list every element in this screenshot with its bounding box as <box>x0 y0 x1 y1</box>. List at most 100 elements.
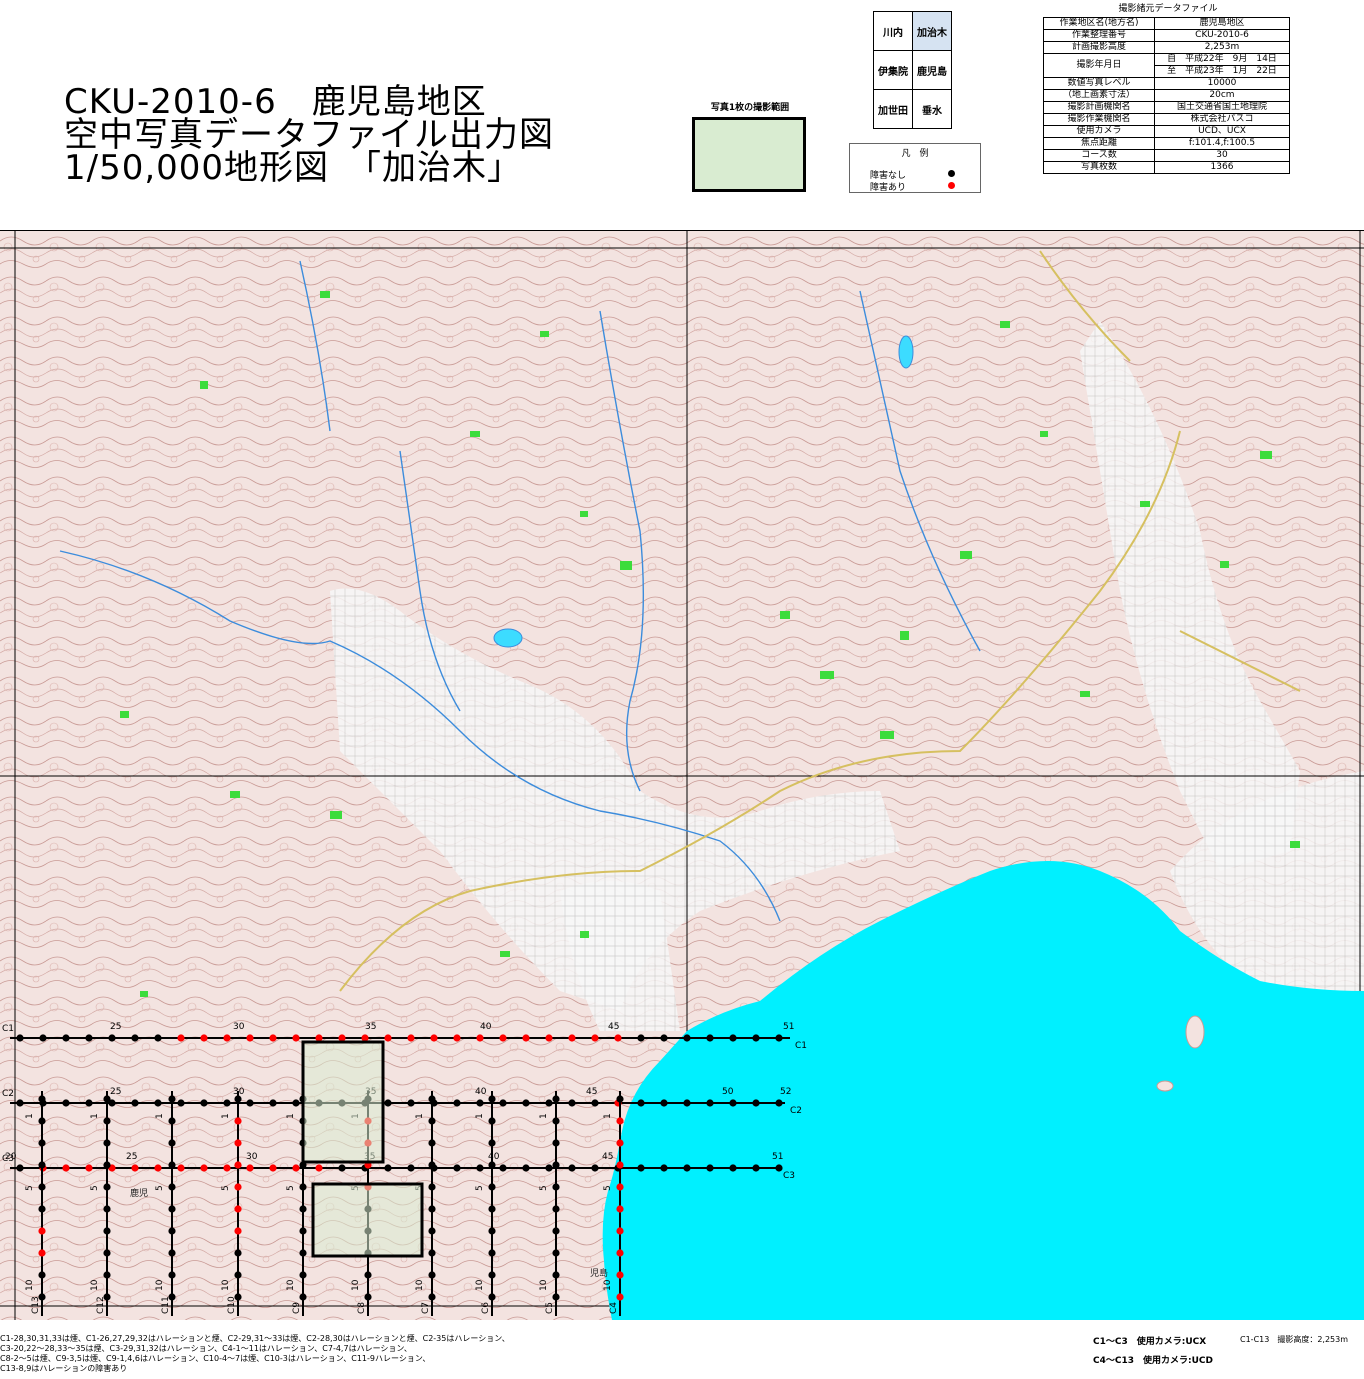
place-label: 児島 <box>590 1267 608 1279</box>
photo-number-label: 1 <box>221 1113 231 1119</box>
photo-number-label: 10 <box>90 1279 100 1291</box>
photo-point-obstacle <box>616 1161 624 1169</box>
index-cell[interactable]: 垂水 <box>912 89 952 129</box>
photo-point <box>552 1183 560 1191</box>
note-line: C8-2～5は煙、C9-3,5は煙、C9-1,4,6はハレーション、C10-4～… <box>0 1354 431 1363</box>
note-line: C3-20,22～28,33～35は煙、C3-29,31,32はハレーション、C… <box>0 1344 412 1353</box>
photo-number-label: 45 <box>602 1152 613 1162</box>
photo-point <box>552 1117 560 1125</box>
map-canvas[interactable]: C1C1253035404551C2C225303540455052C3C320… <box>0 231 1364 1320</box>
photo-point <box>683 1164 691 1172</box>
course-name-bottom: C4 <box>609 1302 619 1314</box>
photo-point <box>660 1099 668 1107</box>
photo-point-obstacle <box>453 1034 461 1042</box>
photo-number-label: 50 <box>722 1087 734 1097</box>
photo-point <box>168 1183 176 1191</box>
spec-value: CKU-2010-6 <box>1154 29 1290 42</box>
note-line: C1-28,30,31,33は煙、C1-26,27,29,32はハレーションと煙… <box>0 1334 510 1343</box>
photo-point <box>62 1099 70 1107</box>
photo-point <box>545 1099 553 1107</box>
photo-point <box>407 1099 415 1107</box>
photo-point-obstacle <box>616 1117 624 1125</box>
photo-point-obstacle <box>616 1271 624 1279</box>
index-cell[interactable]: 鹿児島 <box>912 50 952 90</box>
photo-point <box>428 1271 436 1279</box>
pond <box>493 628 523 648</box>
photo-point-obstacle <box>522 1034 530 1042</box>
photo-point <box>108 1034 116 1042</box>
photo-number-label: 10 <box>539 1279 549 1291</box>
photo-point <box>775 1164 783 1172</box>
photo-point <box>364 1271 372 1279</box>
spec-key: 作業整理番号 <box>1043 29 1155 42</box>
photo-point-obstacle <box>616 1139 624 1147</box>
index-cell[interactable]: 加世田 <box>873 89 913 129</box>
photo-point <box>775 1099 783 1107</box>
photo-point <box>103 1249 111 1257</box>
photo-point <box>16 1164 24 1172</box>
photo-number-label: 1 <box>539 1113 549 1119</box>
photo-number-label: 10 <box>415 1279 425 1291</box>
island <box>1185 1015 1205 1049</box>
obstacle-notes: C1-28,30,31,33は煙、C1-26,27,29,32はハレーションと煙… <box>0 1334 640 1374</box>
photo-point-obstacle <box>234 1183 242 1191</box>
index-cell[interactable]: 川内 <box>873 11 913 51</box>
photo-point <box>168 1095 176 1103</box>
photo-point-obstacle <box>407 1034 415 1042</box>
photo-point-obstacle <box>476 1034 484 1042</box>
photo-point <box>552 1095 560 1103</box>
photo-point <box>552 1271 560 1279</box>
photo-number-label: 20 <box>5 1152 17 1162</box>
photo-point <box>453 1164 461 1172</box>
photo-point <box>234 1271 242 1279</box>
photo-point <box>16 1099 24 1107</box>
photo-point-obstacle <box>223 1034 231 1042</box>
photo-point <box>154 1099 162 1107</box>
photo-point-obstacle <box>131 1164 139 1172</box>
photo-point <box>706 1164 714 1172</box>
index-cell[interactable]: 伊集院 <box>873 50 913 90</box>
photo-point <box>103 1095 111 1103</box>
photo-point <box>16 1034 24 1042</box>
photo-number-label: 1 <box>415 1113 425 1119</box>
photo-extent-box <box>692 117 806 192</box>
photo-point <box>522 1164 530 1172</box>
photo-point <box>299 1249 307 1257</box>
photo-point <box>552 1227 560 1235</box>
course-name-bottom: C8 <box>357 1302 367 1314</box>
photo-point <box>103 1139 111 1147</box>
photo-point <box>552 1161 560 1169</box>
photo-point-obstacle <box>246 1034 254 1042</box>
spec-table: 作業地区名(地方名) 鹿児島地区 作業整理番号 CKU-2010-6 計画撮影高度 2… <box>1043 17 1290 174</box>
photo-point <box>103 1183 111 1191</box>
photo-point <box>453 1099 461 1107</box>
photo-point <box>38 1161 46 1169</box>
photo-point <box>729 1164 737 1172</box>
photo-point-obstacle <box>616 1183 624 1191</box>
photo-point <box>246 1099 254 1107</box>
topographic-map[interactable]: C1C1253035404551C2C225303540455052C3C320… <box>0 230 1364 1320</box>
photo-point-obstacle <box>200 1164 208 1172</box>
photo-point <box>131 1099 139 1107</box>
legend-red-dot-icon <box>948 182 955 189</box>
spec-value: 20cm <box>1154 89 1290 102</box>
photo-point <box>428 1293 436 1301</box>
photo-point <box>660 1034 668 1042</box>
spec-key: 数値写真レベル <box>1043 77 1155 90</box>
photo-point <box>706 1099 714 1107</box>
spec-value: 30 <box>1154 149 1290 162</box>
photo-point <box>568 1099 576 1107</box>
photo-footprint[interactable] <box>311 1182 424 1258</box>
photo-point <box>476 1164 484 1172</box>
photo-point <box>299 1205 307 1213</box>
photo-point <box>488 1139 496 1147</box>
photo-number-label: 25 <box>110 1087 121 1097</box>
index-cell-current[interactable]: 加治木 <box>912 11 952 51</box>
photo-point <box>85 1099 93 1107</box>
course-name-bottom: C11 <box>161 1296 171 1314</box>
course-name-left: C1 <box>2 1024 14 1034</box>
photo-number-label: 1 <box>25 1113 35 1119</box>
photo-footprint[interactable] <box>301 1040 385 1164</box>
photo-point-obstacle <box>234 1117 242 1125</box>
photo-point <box>85 1034 93 1042</box>
